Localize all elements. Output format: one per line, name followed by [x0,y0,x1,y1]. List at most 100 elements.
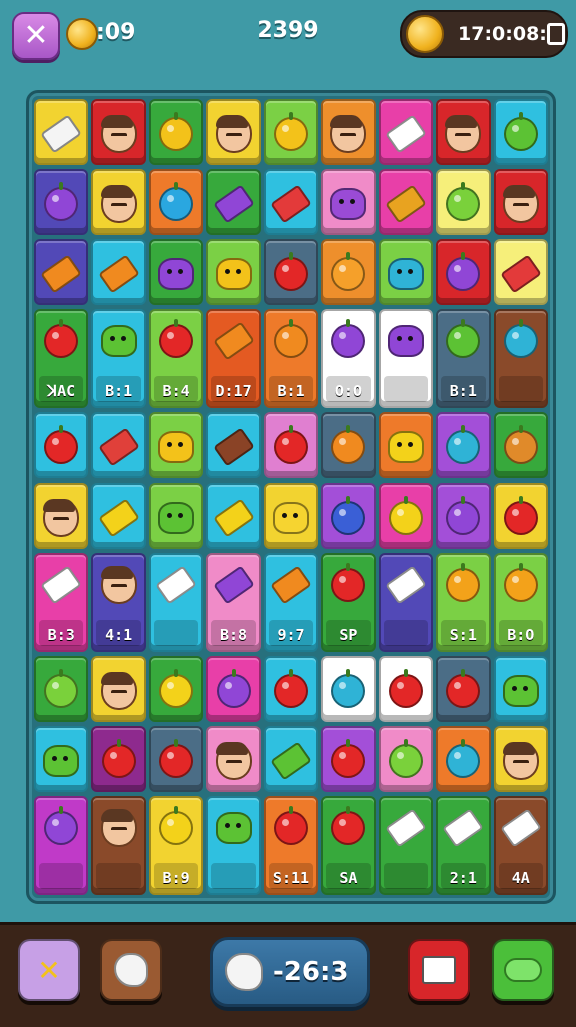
tile[interactable] [378,239,434,306]
tile[interactable] [493,99,548,165]
tile[interactable] [378,482,434,549]
tile[interactable]: B:3 [34,552,89,652]
tile[interactable] [148,169,204,236]
tile[interactable]: B:1 [436,309,491,409]
tile[interactable] [206,169,261,236]
tile[interactable] [91,239,146,306]
tile[interactable] [91,99,146,165]
tile[interactable] [91,412,146,479]
tile[interactable] [263,655,319,722]
tile[interactable] [493,725,548,792]
coin-balance-pill[interactable]: 17:0:08: [400,10,568,58]
tile[interactable]: O:O [321,309,376,409]
tile[interactable] [148,552,204,652]
slime-icon [272,501,309,534]
tile[interactable] [206,482,261,549]
fruit-icon [273,425,308,465]
tile[interactable] [206,655,261,722]
tile[interactable] [321,169,376,236]
tile[interactable]: B:1 [263,309,319,409]
tile[interactable] [321,655,376,722]
tile[interactable] [378,412,434,479]
tile[interactable] [263,482,319,549]
tile[interactable] [34,796,89,895]
tile[interactable] [91,725,146,792]
tile[interactable] [493,239,548,306]
tile[interactable] [148,412,204,479]
tile[interactable]: 2:1 [436,796,491,895]
tile[interactable] [34,169,89,236]
tile[interactable] [263,99,319,165]
tile[interactable] [378,725,434,792]
tile[interactable]: B:O [493,552,548,652]
tile[interactable]: 4A [493,796,548,895]
tile[interactable] [378,309,434,409]
tile[interactable] [263,412,319,479]
tile[interactable]: B:8 [206,552,261,652]
tile[interactable]: SP [321,552,376,652]
tile[interactable] [378,796,434,895]
tile[interactable] [206,796,261,895]
tile[interactable] [378,655,434,722]
tile[interactable] [436,99,491,165]
tile[interactable] [91,169,146,236]
tile[interactable] [263,239,319,306]
glove-button[interactable] [100,939,162,1001]
tile[interactable]: B:4 [148,309,204,409]
tile[interactable] [34,99,89,165]
tile[interactable]: ꓘAC [34,309,89,409]
tile[interactable] [436,725,491,792]
tile[interactable] [436,482,491,549]
tile[interactable] [321,239,376,306]
tile[interactable]: 9:7 [263,552,319,652]
tile[interactable] [91,796,146,895]
tile[interactable] [148,239,204,306]
cloud-button[interactable] [492,939,554,1001]
tile[interactable] [493,309,548,409]
tile[interactable] [206,725,261,792]
tile[interactable]: S:1 [436,552,491,652]
candy-icon [212,321,255,361]
tile[interactable] [321,725,376,792]
tile[interactable] [493,655,548,722]
tile[interactable] [321,412,376,479]
tile[interactable]: B:9 [148,796,204,895]
tile[interactable] [148,725,204,792]
tile[interactable] [493,412,548,479]
tile[interactable] [34,482,89,549]
close-button[interactable]: ✕ [12,12,60,60]
card-button[interactable] [408,939,470,1001]
shuffle-button[interactable]: ✕ [18,939,80,1001]
tile[interactable] [436,239,491,306]
tile[interactable] [378,552,434,652]
tile[interactable] [263,169,319,236]
tile[interactable] [148,99,204,165]
tile[interactable]: D:17 [206,309,261,409]
tile[interactable] [378,99,434,165]
tile[interactable] [34,655,89,722]
tile[interactable] [206,239,261,306]
tile[interactable] [493,482,548,549]
tile[interactable] [148,482,204,549]
tile[interactable] [263,725,319,792]
slime-icon [387,431,424,464]
tile[interactable]: S:11 [263,796,319,895]
tile[interactable] [206,99,261,165]
tile[interactable] [91,655,146,722]
tile[interactable] [378,169,434,236]
tile[interactable]: B:1 [91,309,146,409]
tile[interactable] [493,169,548,236]
tile[interactable] [436,655,491,722]
tile[interactable]: 4:1 [91,552,146,652]
tile[interactable]: SA [321,796,376,895]
tile[interactable] [321,99,376,165]
tile[interactable] [148,655,204,722]
tile[interactable] [91,482,146,549]
tile[interactable] [436,412,491,479]
tile[interactable] [436,169,491,236]
tile[interactable] [206,412,261,479]
tile[interactable] [34,725,89,792]
tile[interactable] [34,239,89,306]
tile[interactable] [34,412,89,479]
tile[interactable] [321,482,376,549]
